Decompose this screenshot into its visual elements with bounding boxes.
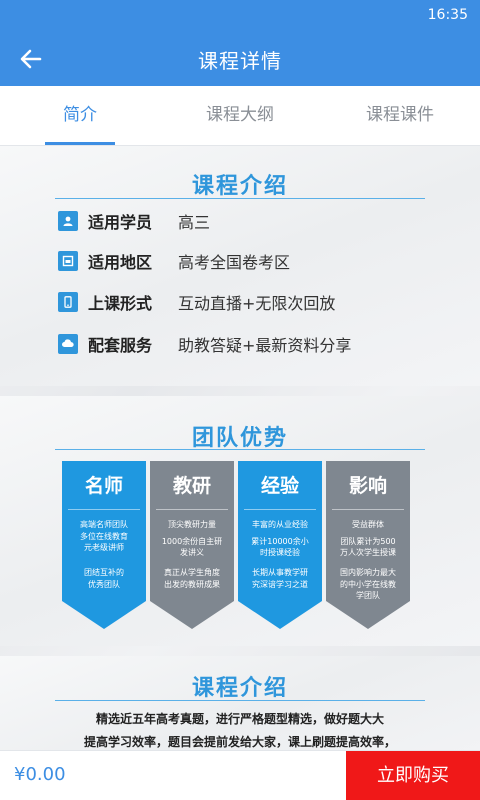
info-label: 配套服务 [88,336,153,355]
info-label: 适用地区 [88,253,153,272]
info-row-format: 上课形式 互动直播+无限次回放 [58,289,335,315]
section-title-team: 团队优势 [191,426,288,451]
course-intro-card: 课程介绍 适用学员 高三 适用地区 高考全国卷考区 上课形式 互动直播+无限次回… [0,146,480,386]
team-card-title: 经验 [260,475,299,497]
team-card-title: 名师 [84,475,123,497]
team-card-title: 教研 [172,475,211,497]
info-row-service: 配套服务 助教答疑+最新资料分享 [58,331,351,357]
section-title-intro: 课程介绍 [191,174,288,199]
status-time: 16:35 [427,7,468,23]
title-divider [55,700,425,701]
team-card-influence: 影响 受益群体 团队累计为500 万人次学生授课 国内影响力最大 的中小学在线教… [326,461,410,629]
price-label: ¥0.00 [14,764,66,785]
tab-outline[interactable]: 课程大纲 [160,86,320,145]
location-icon [58,251,78,271]
intro-paragraph-line: 精选近五年高考真题，进行严格题型精选，做好题大大 [95,712,384,726]
tab-bar: 简介 课程大纲 课程课件 [0,86,480,146]
page-title: 课程详情 [198,49,282,73]
course-detail-content[interactable]: 课程介绍 适用学员 高三 适用地区 高考全国卷考区 上课形式 互动直播+无限次回… [0,146,480,750]
team-card-experience: 经验 丰富的从业经验 累计10000余小 时授课经验 长期从事教学研 究深谙学习… [238,461,322,629]
info-value: 互动直播+无限次回放 [178,294,336,313]
phone-icon [58,292,78,312]
tab-intro[interactable]: 简介 [0,86,160,145]
app-bar: 课程详情 [0,32,480,86]
team-advantage-card: 团队优势 名师 高端名师团队 多位在线教育 元老级讲师 团结互补的 优秀团队 教… [0,396,480,646]
title-divider [55,449,425,450]
person-icon [58,211,78,231]
title-divider [55,198,425,199]
cloud-icon [58,334,78,354]
info-value: 高考全国卷考区 [178,253,291,272]
tab-materials[interactable]: 课程课件 [320,86,480,145]
info-row-students: 适用学员 高三 [58,208,210,234]
team-card-title: 影响 [348,475,387,497]
info-label: 适用学员 [88,213,153,232]
info-value: 助教答疑+最新资料分享 [178,336,352,355]
info-label: 上课形式 [88,294,153,313]
course-intro-card-2: 课程介绍 精选近五年高考真题，进行严格题型精选，做好题大大 提高学习效率，题目会… [0,656,480,750]
info-value: 高三 [178,213,211,232]
info-row-region: 适用地区 高考全国卷考区 [58,248,290,274]
section-title-intro-2: 课程介绍 [191,676,288,701]
status-bar: 16:35 [0,0,480,32]
team-card-teachers: 名师 高端名师团队 多位在线教育 元老级讲师 团结互补的 优秀团队 [62,461,146,629]
team-card-research: 教研 顶尖教研力量 1000余份自主研 发讲义 真正从学生角度 出发的教研成果 [150,461,234,629]
buy-now-button[interactable]: 立即购买 [346,751,480,800]
bottom-bar: ¥0.00 立即购买 [0,750,480,800]
intro-paragraph-line: 提高学习效率，题目会提前发给大家，课上刷题提高效率， [83,735,396,749]
